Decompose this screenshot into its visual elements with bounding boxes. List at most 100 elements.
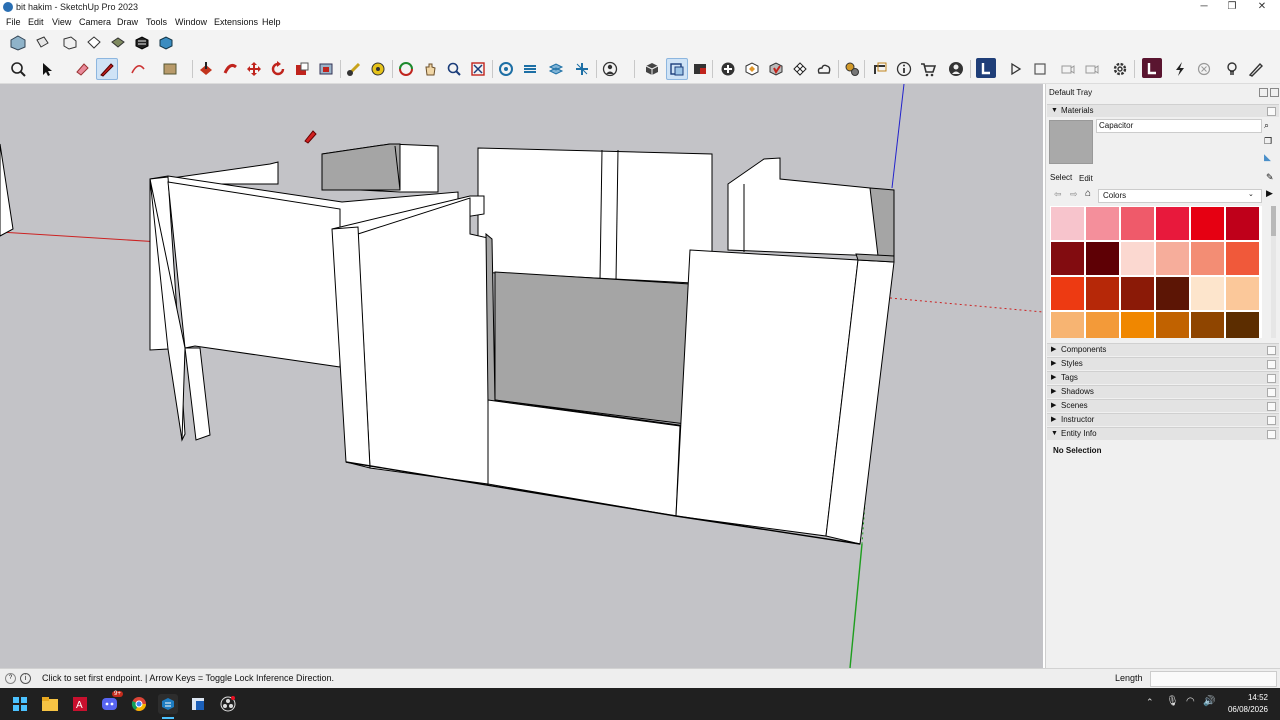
offset-icon[interactable] bbox=[316, 59, 336, 79]
styles-panel-header[interactable]: ▶ Styles bbox=[1047, 357, 1279, 370]
components-panel-header[interactable]: ▶ Components bbox=[1047, 343, 1279, 356]
minimize-button[interactable]: ─ bbox=[1190, 0, 1218, 15]
arc-icon[interactable] bbox=[128, 59, 148, 79]
color-swatch[interactable] bbox=[1051, 242, 1084, 275]
3d-warehouse-icon[interactable] bbox=[742, 59, 762, 79]
menu-view[interactable]: View bbox=[52, 17, 71, 27]
layout-icon[interactable] bbox=[976, 58, 996, 78]
menu-help[interactable]: Help bbox=[262, 17, 281, 27]
color-swatch[interactable] bbox=[1121, 277, 1154, 310]
menu-draw[interactable]: Draw bbox=[117, 17, 138, 27]
color-swatch[interactable] bbox=[1121, 242, 1154, 275]
right-view-icon[interactable] bbox=[84, 33, 104, 53]
details-arrow-icon[interactable]: ▶ bbox=[1266, 188, 1273, 199]
tab-edit[interactable]: Edit bbox=[1079, 174, 1093, 183]
paint-bucket-icon[interactable] bbox=[368, 59, 388, 79]
cart-icon[interactable] bbox=[918, 59, 938, 79]
tab-select[interactable]: Select bbox=[1050, 173, 1072, 182]
color-swatch[interactable] bbox=[1191, 312, 1224, 338]
zoom-extents-icon[interactable] bbox=[468, 59, 488, 79]
tags-panel-header[interactable]: ▶ Tags bbox=[1047, 371, 1279, 384]
tape-measure-icon[interactable] bbox=[344, 59, 364, 79]
taskbar-date[interactable]: 06/08/2026 bbox=[1218, 705, 1268, 714]
zoom-window-icon[interactable] bbox=[444, 59, 464, 79]
scene-icon[interactable] bbox=[690, 59, 710, 79]
windows-start-icon[interactable] bbox=[10, 694, 30, 714]
color-swatch[interactable] bbox=[1051, 312, 1084, 338]
home-icon[interactable]: ⌂ bbox=[1085, 188, 1091, 199]
add-location-icon[interactable] bbox=[718, 59, 738, 79]
trimble-connect-icon[interactable] bbox=[814, 59, 834, 79]
pencil-line-icon[interactable] bbox=[96, 58, 118, 80]
front-view-icon[interactable] bbox=[60, 33, 80, 53]
eyedropper-icon[interactable]: ✎ bbox=[1266, 172, 1274, 183]
color-swatch[interactable] bbox=[1051, 207, 1084, 240]
instructor-panel-header[interactable]: ▶ Instructor bbox=[1047, 413, 1279, 426]
outliner-icon[interactable] bbox=[666, 58, 688, 80]
scenes-panel-header[interactable]: ▶ Scenes bbox=[1047, 399, 1279, 412]
solid-tools-icon[interactable] bbox=[790, 59, 810, 79]
orbit-icon[interactable] bbox=[396, 59, 416, 79]
layers-icon[interactable] bbox=[520, 59, 540, 79]
push-pull-icon[interactable] bbox=[196, 59, 216, 79]
back-arrow-icon[interactable]: ⇦ bbox=[1054, 189, 1062, 200]
ruby-icon[interactable] bbox=[1142, 58, 1162, 78]
menu-edit[interactable]: Edit bbox=[28, 17, 44, 27]
shadows-panel-header[interactable]: ▶ Shadows bbox=[1047, 385, 1279, 398]
color-swatch[interactable] bbox=[1191, 277, 1224, 310]
geo-location-icon[interactable]: ? bbox=[5, 673, 16, 684]
3d-model-scene[interactable] bbox=[0, 84, 1043, 668]
materials-panel-header[interactable]: ▼ Materials bbox=[1047, 104, 1279, 117]
rectangle-icon[interactable] bbox=[160, 59, 180, 79]
cancel-icon[interactable] bbox=[1194, 59, 1214, 79]
user-icon[interactable] bbox=[600, 59, 620, 79]
library-select[interactable]: Colors bbox=[1098, 189, 1262, 203]
color-swatch[interactable] bbox=[1086, 277, 1119, 310]
play-icon[interactable] bbox=[1005, 59, 1025, 79]
pan-icon[interactable] bbox=[420, 59, 440, 79]
color-swatch[interactable] bbox=[1226, 242, 1259, 275]
chrome-icon[interactable] bbox=[129, 694, 149, 714]
styles-icon[interactable] bbox=[546, 59, 566, 79]
color-swatch[interactable] bbox=[1226, 277, 1259, 310]
account-icon[interactable] bbox=[946, 59, 966, 79]
tray-pin-icon[interactable] bbox=[1259, 88, 1268, 97]
menu-file[interactable]: File bbox=[6, 17, 21, 27]
flash-icon[interactable] bbox=[1170, 59, 1190, 79]
color-swatch[interactable] bbox=[1121, 312, 1154, 338]
menu-window[interactable]: Window bbox=[175, 17, 207, 27]
eraser-icon[interactable] bbox=[72, 59, 92, 79]
settings-icon[interactable] bbox=[842, 59, 862, 79]
modeling-viewport[interactable] bbox=[0, 84, 1043, 668]
zoom-icon[interactable] bbox=[8, 59, 28, 79]
chevron-up-icon[interactable]: ⌃ bbox=[1146, 697, 1154, 708]
color-swatch[interactable] bbox=[1226, 207, 1259, 240]
iso-view-icon[interactable] bbox=[8, 33, 28, 53]
color-swatch[interactable] bbox=[1156, 207, 1189, 240]
bulb-icon[interactable] bbox=[1222, 59, 1242, 79]
menu-extensions[interactable]: Extensions bbox=[214, 17, 258, 27]
video-icon[interactable] bbox=[1082, 59, 1102, 79]
file-explorer-icon[interactable] bbox=[40, 694, 60, 714]
dimension-icon[interactable] bbox=[870, 59, 890, 79]
scale-icon[interactable] bbox=[292, 59, 312, 79]
measurements-input[interactable] bbox=[1150, 671, 1277, 687]
swatch-scrollbar[interactable] bbox=[1271, 206, 1276, 338]
stop-icon[interactable] bbox=[1030, 59, 1050, 79]
wifi-icon[interactable]: ◠ bbox=[1186, 696, 1195, 707]
rotate-icon[interactable] bbox=[268, 59, 288, 79]
menu-tools[interactable]: Tools bbox=[146, 17, 167, 27]
info-icon[interactable] bbox=[894, 59, 914, 79]
color-swatch[interactable] bbox=[1051, 277, 1084, 310]
color-swatch[interactable] bbox=[1191, 207, 1224, 240]
top-view-icon[interactable] bbox=[32, 33, 52, 53]
microphone-icon[interactable]: 🎙 bbox=[1166, 696, 1179, 707]
axes-icon[interactable] bbox=[572, 59, 592, 79]
color-swatch[interactable] bbox=[1156, 277, 1189, 310]
tray-close-icon[interactable] bbox=[1270, 88, 1279, 97]
color-swatch[interactable] bbox=[1156, 312, 1189, 338]
create-material-icon[interactable]: ❒ bbox=[1264, 136, 1272, 147]
autocad-icon[interactable]: A bbox=[70, 694, 90, 714]
sample-paint-icon[interactable]: ⌕ bbox=[1264, 120, 1269, 131]
menu-camera[interactable]: Camera bbox=[79, 17, 111, 27]
